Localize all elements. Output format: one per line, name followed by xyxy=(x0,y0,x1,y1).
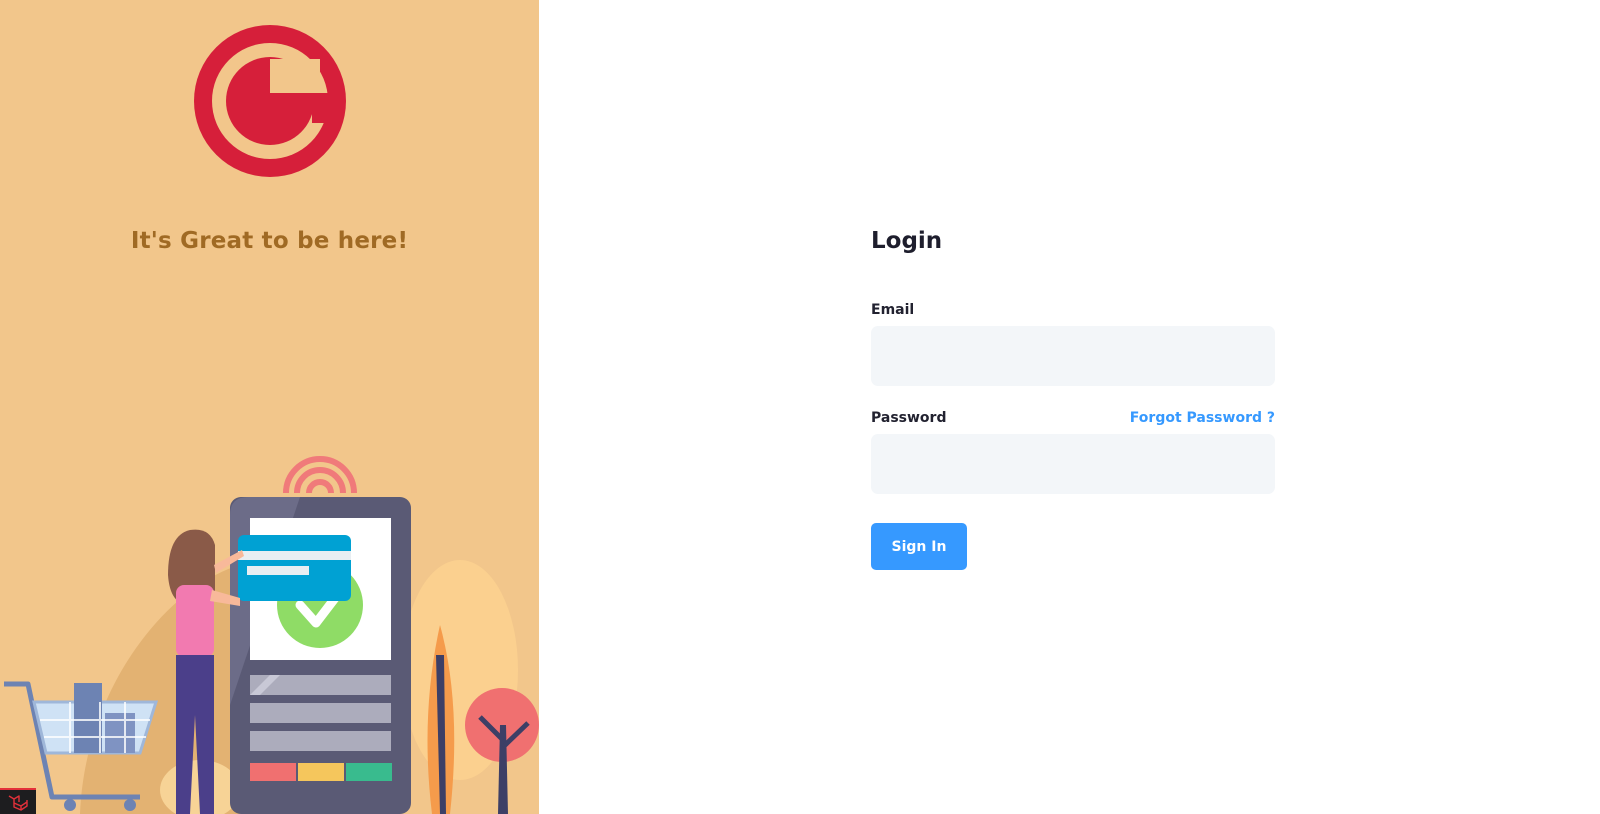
login-form: Login Email Password Forgot Password ? S… xyxy=(871,226,1275,570)
sign-in-button[interactable]: Sign In xyxy=(871,523,967,570)
laravel-icon xyxy=(8,795,28,811)
password-input[interactable] xyxy=(871,434,1275,494)
aside-panel: It's Great to be here! xyxy=(0,0,539,814)
main-panel: Login Email Password Forgot Password ? S… xyxy=(539,0,1600,814)
aside-tagline: It's Great to be here! xyxy=(130,228,409,254)
email-group: Email xyxy=(871,300,1275,386)
password-label-row: Password Forgot Password ? xyxy=(871,408,1275,428)
g-logo-icon xyxy=(194,25,346,177)
laravel-badge[interactable] xyxy=(0,788,36,814)
email-label: Email xyxy=(871,302,915,318)
forgot-password-link[interactable]: Forgot Password ? xyxy=(1130,410,1275,426)
email-input[interactable] xyxy=(871,326,1275,386)
password-group: Password Forgot Password ? xyxy=(871,408,1275,494)
login-page: It's Great to be here! Login Email Passw… xyxy=(0,0,1600,814)
login-title: Login xyxy=(871,228,943,254)
password-label: Password xyxy=(871,410,947,426)
payment-illustration xyxy=(4,456,539,814)
